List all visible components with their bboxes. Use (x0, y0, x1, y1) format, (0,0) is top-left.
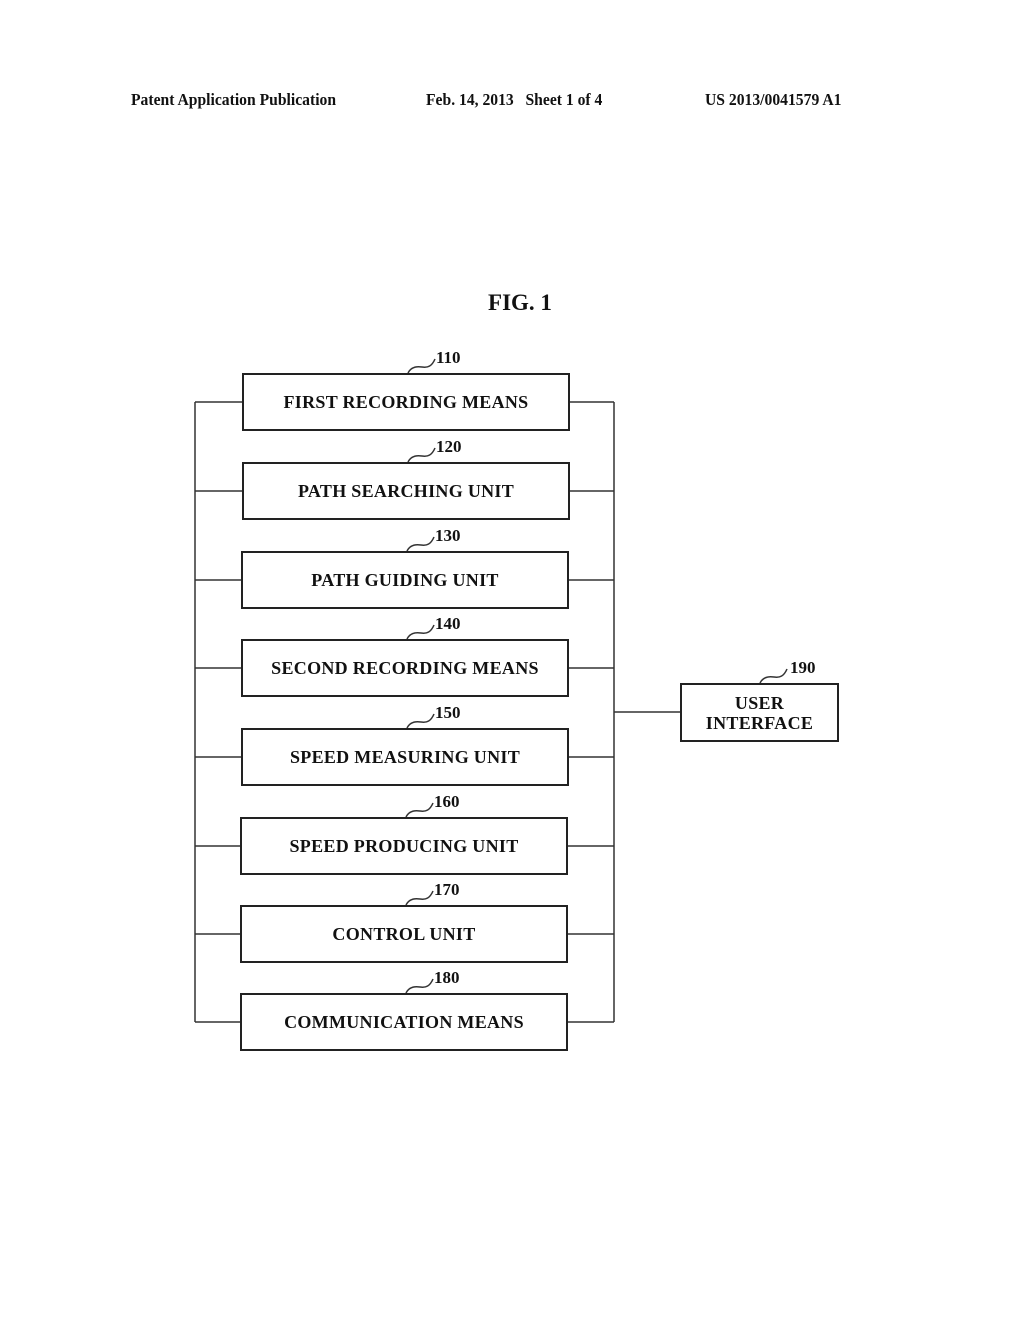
block-label: FIRST RECORDING MEANS (283, 392, 529, 412)
leader-line (405, 890, 434, 906)
leader-line (407, 447, 436, 463)
user-interface-label-line2: INTERFACE (705, 712, 814, 733)
ref-number-140: 140 (435, 614, 461, 633)
leader-line (405, 978, 434, 994)
leader-line (405, 802, 434, 818)
block-label: CONTROL UNIT (332, 924, 476, 944)
user-interface-block: USER INTERFACE (680, 683, 839, 742)
ref-number-150: 150 (435, 703, 461, 722)
leader-line (759, 668, 788, 684)
ref-number-170: 170 (434, 880, 460, 899)
block-110: FIRST RECORDING MEANS (242, 373, 570, 431)
block-160: SPEED PRODUCING UNIT (240, 817, 568, 875)
block-150: SPEED MEASURING UNIT (241, 728, 569, 786)
ref-number-160: 160 (434, 792, 460, 811)
ref-number-110: 110 (436, 348, 461, 367)
block-140: SECOND RECORDING MEANS (241, 639, 569, 697)
ref-number-120: 120 (436, 437, 462, 456)
leader-line (406, 536, 435, 552)
block-130: PATH GUIDING UNIT (241, 551, 569, 609)
block-label: PATH GUIDING UNIT (311, 570, 499, 590)
user-interface-label-line1: USER (734, 692, 785, 713)
ref-number-190: 190 (790, 658, 816, 677)
block-label: SECOND RECORDING MEANS (271, 658, 539, 678)
leader-line (407, 358, 436, 374)
leader-line (406, 713, 435, 729)
block-label: COMMUNICATION MEANS (284, 1012, 524, 1032)
block-label: PATH SEARCHING UNIT (297, 481, 515, 501)
block-180: COMMUNICATION MEANS (240, 993, 568, 1051)
ref-number-130: 130 (435, 526, 461, 545)
ref-number-180: 180 (434, 968, 460, 987)
leader-line (406, 624, 435, 640)
block-label: SPEED MEASURING UNIT (289, 747, 521, 767)
block-170: CONTROL UNIT (240, 905, 568, 963)
block-label: SPEED PRODUCING UNIT (289, 836, 519, 856)
block-120: PATH SEARCHING UNIT (242, 462, 570, 520)
